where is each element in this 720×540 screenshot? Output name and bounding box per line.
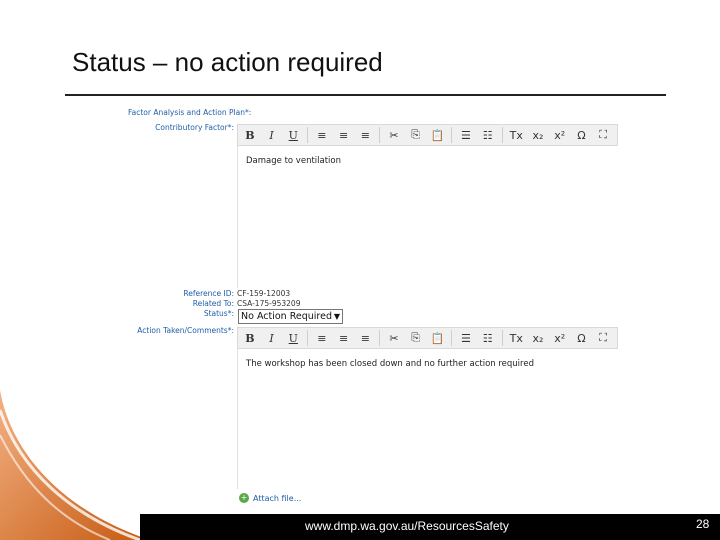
numbered-list-icon[interactable]: ☷ <box>480 330 496 346</box>
italic-button[interactable]: I <box>264 127 280 143</box>
contributory-factor-editor[interactable]: B I U ≡ ≡ ≡ ✂ ⎘ 📋 ☰ ☷ Tx x₂ x² Ω ⛶ Damag… <box>237 124 618 289</box>
underline-button[interactable]: U <box>285 127 301 143</box>
status-select[interactable]: No Action Required ▼ <box>238 309 343 324</box>
copy-icon[interactable]: ⎘ <box>408 127 424 143</box>
superscript-icon[interactable]: x² <box>552 330 568 346</box>
status-label: Status*: <box>203 309 234 318</box>
attach-icon: + <box>239 493 249 503</box>
contributory-factor-label: Contributory Factor*: <box>155 123 234 132</box>
align-right-icon[interactable]: ≡ <box>357 330 373 346</box>
slide-title: Status – no action required <box>72 47 383 77</box>
footer-url: www.dmp.wa.gov.au/ResourcesSafety <box>305 519 509 533</box>
action-taken-label: Action Taken/Comments*: <box>137 326 234 335</box>
toolbar-separator <box>451 127 453 143</box>
action-taken-text[interactable]: The workshop has been closed down and no… <box>237 349 618 489</box>
related-to-value: CSA-175-953209 <box>237 299 301 308</box>
toolbar-separator <box>379 127 381 143</box>
copy-icon[interactable]: ⎘ <box>408 330 424 346</box>
clear-format-icon[interactable]: Tx <box>508 127 524 143</box>
contributory-toolbar: B I U ≡ ≡ ≡ ✂ ⎘ 📋 ☰ ☷ Tx x₂ x² Ω ⛶ <box>237 124 618 146</box>
page-number: 28 <box>696 517 710 531</box>
toolbar-separator <box>379 330 381 346</box>
reference-id-label: Reference ID: <box>183 289 234 298</box>
bold-button[interactable]: B <box>242 127 258 143</box>
related-to-label: Related To: <box>192 299 234 308</box>
align-right-icon[interactable]: ≡ <box>357 127 373 143</box>
align-center-icon[interactable]: ≡ <box>336 127 352 143</box>
special-char-icon[interactable]: Ω <box>574 330 590 346</box>
subscript-icon[interactable]: x₂ <box>530 127 546 143</box>
paste-icon[interactable]: 📋 <box>430 330 446 346</box>
attach-file-link[interactable]: + Attach file... <box>239 493 301 503</box>
bold-button[interactable]: B <box>242 330 258 346</box>
reference-id-value: CF-159-12003 <box>237 289 291 298</box>
orange-curve-decoration <box>0 390 150 540</box>
paste-icon[interactable]: 📋 <box>430 127 446 143</box>
special-char-icon[interactable]: Ω <box>574 127 590 143</box>
toolbar-separator <box>501 127 503 143</box>
paste-special-icon[interactable]: ⛶ <box>595 330 611 346</box>
chevron-down-icon: ▼ <box>333 312 340 321</box>
cut-icon[interactable]: ✂ <box>386 127 402 143</box>
toolbar-separator <box>451 330 453 346</box>
numbered-list-icon[interactable]: ☷ <box>480 127 496 143</box>
underline-button[interactable]: U <box>285 330 301 346</box>
status-selected-value: No Action Required <box>241 311 332 322</box>
bullet-list-icon[interactable]: ☰ <box>458 330 474 346</box>
contributory-text[interactable]: Damage to ventilation <box>237 146 618 288</box>
toolbar-separator <box>501 330 503 346</box>
superscript-icon[interactable]: x² <box>552 127 568 143</box>
bullet-list-icon[interactable]: ☰ <box>458 127 474 143</box>
paste-special-icon[interactable]: ⛶ <box>595 127 611 143</box>
action-toolbar: B I U ≡ ≡ ≡ ✂ ⎘ 📋 ☰ ☷ Tx x₂ x² Ω ⛶ <box>237 327 618 349</box>
align-left-icon[interactable]: ≡ <box>314 127 330 143</box>
factor-analysis-label: Factor Analysis and Action Plan*: <box>128 108 252 117</box>
toolbar-separator <box>307 127 309 143</box>
attach-file-label: Attach file... <box>253 493 302 503</box>
cut-icon[interactable]: ✂ <box>386 330 402 346</box>
align-left-icon[interactable]: ≡ <box>314 330 330 346</box>
align-center-icon[interactable]: ≡ <box>336 330 352 346</box>
italic-button[interactable]: I <box>264 330 280 346</box>
title-rule <box>65 94 666 96</box>
clear-format-icon[interactable]: Tx <box>508 330 524 346</box>
toolbar-separator <box>307 330 309 346</box>
subscript-icon[interactable]: x₂ <box>530 330 546 346</box>
action-taken-editor[interactable]: B I U ≡ ≡ ≡ ✂ ⎘ 📋 ☰ ☷ Tx x₂ x² Ω ⛶ The w… <box>237 327 618 490</box>
